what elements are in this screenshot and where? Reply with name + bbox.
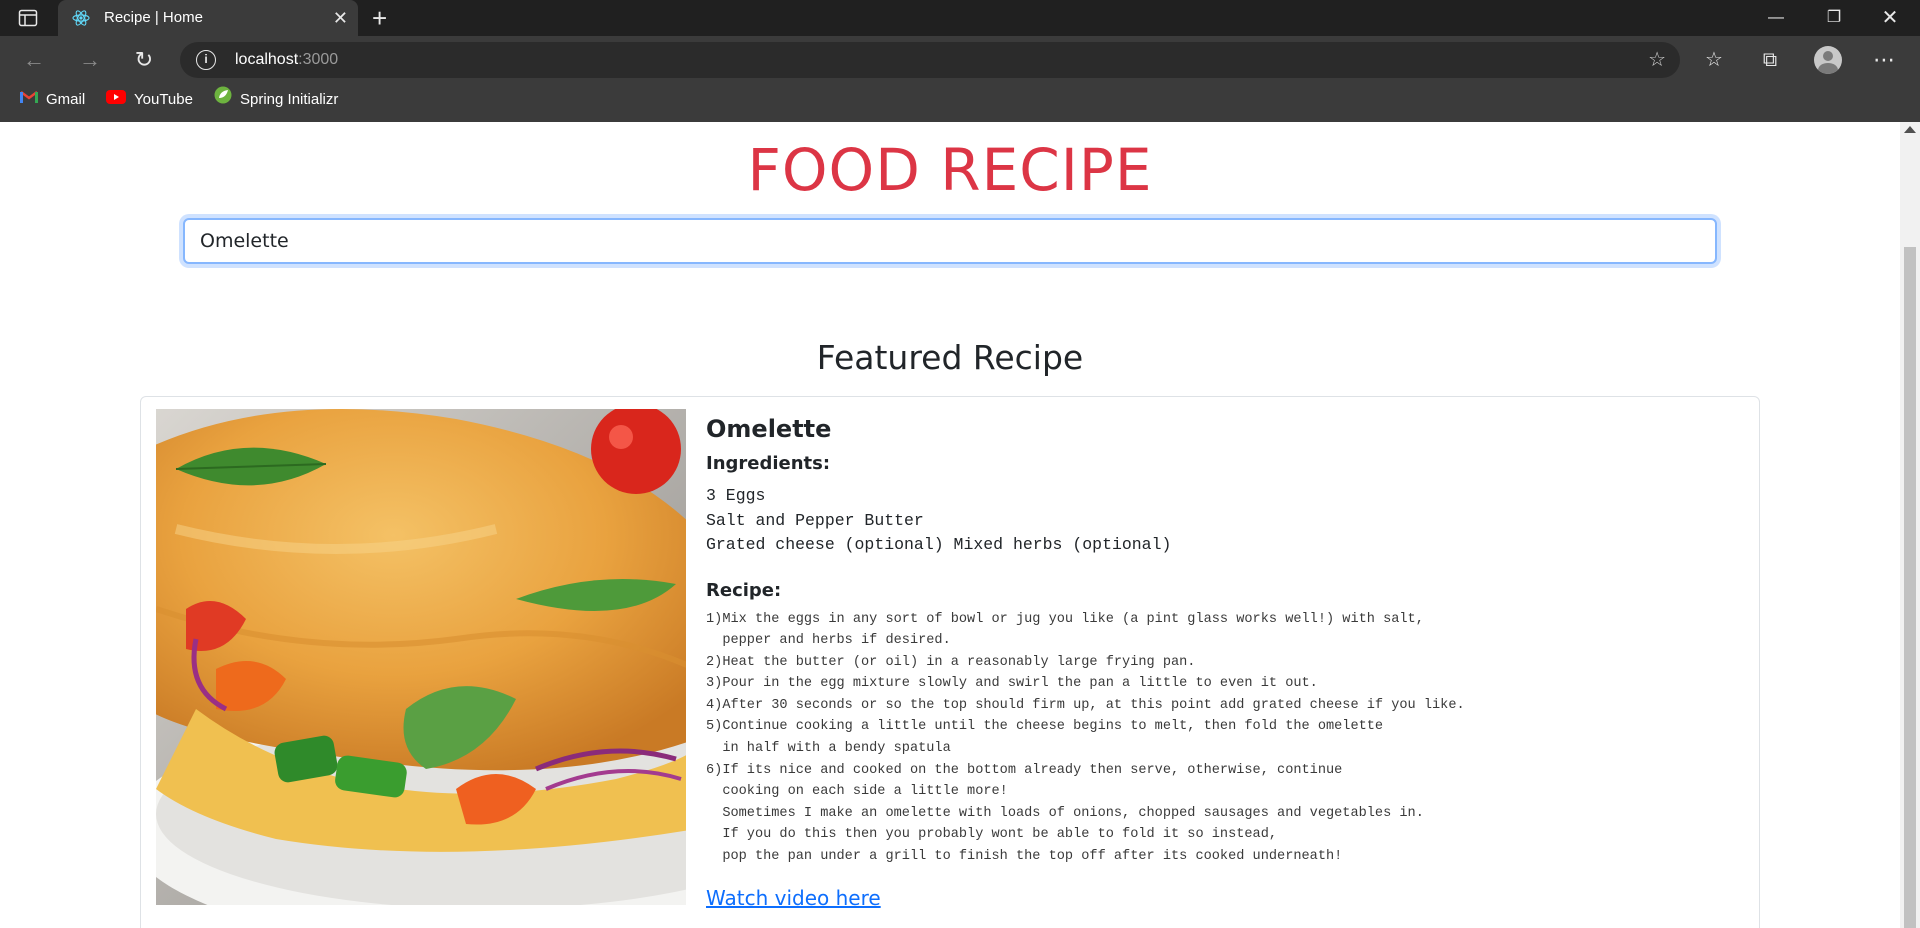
new-tab-icon[interactable]: + bbox=[372, 0, 387, 36]
gmail-icon bbox=[20, 84, 38, 116]
omelette-image bbox=[156, 409, 686, 905]
forward-icon[interactable]: → bbox=[74, 44, 106, 76]
ingredients-label: Ingredients: bbox=[706, 453, 831, 474]
tab-close-icon[interactable]: ✕ bbox=[333, 0, 348, 36]
profile-avatar[interactable] bbox=[1814, 46, 1842, 74]
recipe-details: Omelette Ingredients: 3 Eggs Salt and Pe… bbox=[706, 409, 1746, 910]
bookmark-label: YouTube bbox=[134, 91, 193, 108]
page-scrollbar[interactable] bbox=[1900, 122, 1920, 928]
featured-recipe-heading: Featured Recipe bbox=[816, 338, 1084, 377]
window-close-icon[interactable]: ✕ bbox=[1862, 0, 1918, 36]
spring-icon bbox=[214, 84, 232, 116]
more-menu-icon[interactable]: ⋯ bbox=[1868, 44, 1900, 76]
youtube-icon bbox=[106, 84, 126, 116]
favorites-icon[interactable]: ☆ bbox=[1698, 44, 1730, 76]
recipe-steps-label: Recipe: bbox=[706, 579, 782, 601]
minimize-icon[interactable]: ― bbox=[1748, 0, 1804, 36]
scroll-up-icon[interactable] bbox=[1904, 126, 1916, 133]
browser-toolbar: ← → ↻ i localhost:3000 ☆ ☆ ⧉ ⋯ bbox=[0, 36, 1920, 84]
scrollbar-thumb[interactable] bbox=[1904, 247, 1916, 928]
bookmark-label: Spring Initializr bbox=[240, 91, 339, 108]
watch-video-link[interactable]: Watch video here bbox=[706, 886, 881, 910]
page-viewport: FOOD RECIPE Featured Recipe bbox=[0, 122, 1900, 928]
browser-tab[interactable]: Recipe | Home ✕ bbox=[58, 0, 358, 36]
back-icon[interactable]: ← bbox=[18, 44, 50, 76]
reload-icon[interactable]: ↻ bbox=[128, 44, 160, 76]
recipe-search-input[interactable] bbox=[183, 218, 1717, 264]
tab-actions-icon[interactable] bbox=[18, 9, 38, 27]
address-bar[interactable]: i localhost:3000 ☆ bbox=[180, 42, 1680, 78]
bookmark-gmail[interactable]: Gmail bbox=[20, 84, 85, 116]
recipe-steps: 1)Mix the eggs in any sort of bowl or ju… bbox=[706, 611, 1465, 865]
restore-icon[interactable]: ❐ bbox=[1806, 0, 1862, 36]
recipe-name: Omelette bbox=[706, 415, 832, 443]
browser-titlebar: Recipe | Home ✕ + ― ❐ ✕ bbox=[0, 0, 1920, 36]
url-text: localhost:3000 bbox=[235, 51, 339, 68]
tab-title: Recipe | Home bbox=[104, 9, 203, 26]
react-icon bbox=[72, 9, 90, 27]
add-favorite-icon[interactable]: ☆ bbox=[1648, 42, 1666, 78]
bookmark-label: Gmail bbox=[46, 91, 86, 108]
bookmark-spring[interactable]: Spring Initializr bbox=[214, 84, 338, 116]
site-info-icon[interactable]: i bbox=[196, 50, 216, 70]
bookmarks-bar: Gmail YouTube Spring Initializr bbox=[0, 84, 1920, 122]
ingredients-list: 3 Eggs Salt and Pepper Butter Grated che… bbox=[706, 486, 1172, 554]
recipe-card: Omelette Ingredients: 3 Eggs Salt and Pe… bbox=[140, 396, 1760, 928]
collections-icon[interactable]: ⧉ bbox=[1754, 44, 1786, 76]
app-title: FOOD RECIPE bbox=[747, 136, 1153, 204]
bookmark-youtube[interactable]: YouTube bbox=[106, 84, 193, 116]
